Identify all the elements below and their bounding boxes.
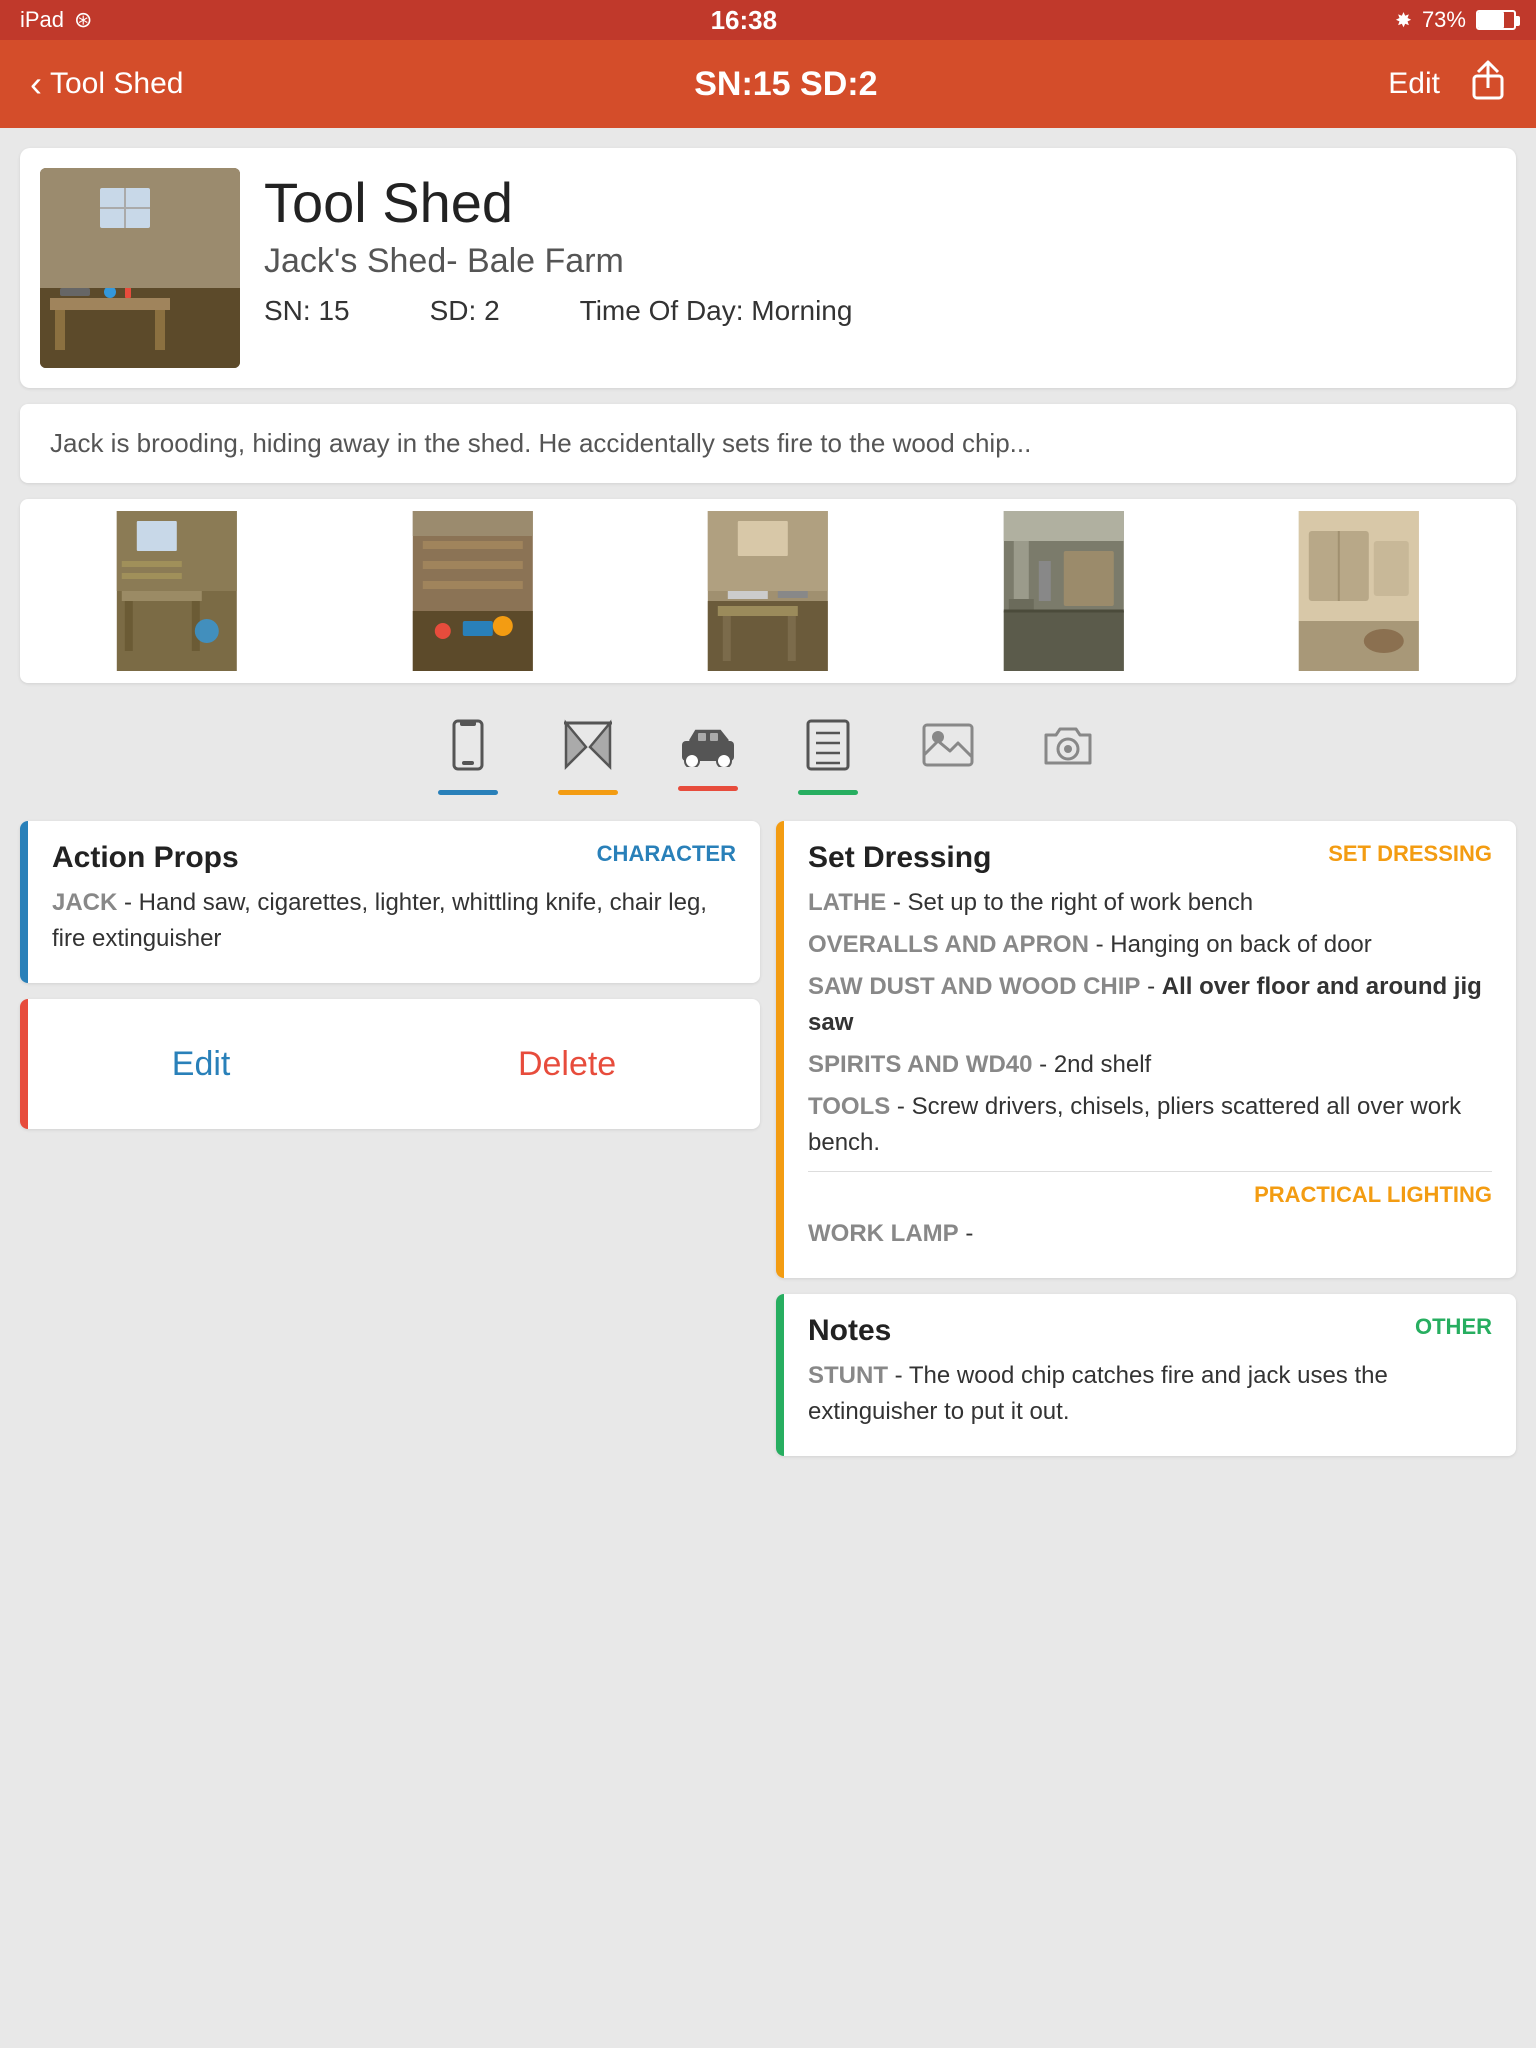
- tab-underline-camera: [1038, 786, 1098, 791]
- tab-phone[interactable]: [438, 719, 498, 795]
- nav-actions: Edit: [1388, 60, 1506, 109]
- set-dressing-inner: Set Dressing SET DRESSING LATHE - Set up…: [784, 821, 1516, 1278]
- action-props-title: Action Props: [52, 841, 239, 875]
- set-dressing-card: Set Dressing SET DRESSING LATHE - Set up…: [776, 821, 1516, 1278]
- back-label: Tool Shed: [50, 67, 183, 101]
- action-props-inner: Action Props CHARACTER JACK - Hand saw, …: [28, 821, 760, 983]
- photo-4[interactable]: [919, 511, 1209, 671]
- action-props-content: JACK - Hand saw, cigarettes, lighter, wh…: [52, 885, 736, 957]
- tab-underline-phone: [438, 790, 498, 795]
- time-of-day: Time Of Day: Morning: [580, 295, 853, 327]
- scene-day: SD: 2: [430, 295, 500, 327]
- action-props-card: Action Props CHARACTER JACK - Hand saw, …: [20, 821, 760, 983]
- right-column: Set Dressing SET DRESSING LATHE - Set up…: [776, 821, 1516, 1456]
- location-subtitle: Jack's Shed- Bale Farm: [264, 242, 1496, 281]
- set-dressing-type: SET DRESSING: [1328, 841, 1492, 867]
- list-item: STUNT - The wood chip catches fire and j…: [808, 1358, 1492, 1430]
- list-item: SPIRITS AND WD40 - 2nd shelf: [808, 1047, 1492, 1083]
- notes-title: Notes: [808, 1314, 891, 1348]
- list-item: WORK LAMP -: [808, 1216, 1492, 1252]
- description-text: Jack is brooding, hiding away in the she…: [50, 428, 1031, 458]
- location-title: Tool Shed: [264, 172, 1496, 234]
- action-props-type: CHARACTER: [597, 841, 736, 867]
- notes-header: Notes OTHER: [808, 1314, 1492, 1348]
- photo-1[interactable]: [32, 511, 322, 671]
- header-card: Tool Shed Jack's Shed- Bale Farm SN: 15 …: [20, 148, 1516, 388]
- phone-icon: [446, 719, 490, 782]
- bluetooth-icon: ✸: [1395, 8, 1412, 33]
- back-chevron-icon: ‹: [30, 63, 42, 105]
- location-thumbnail: [40, 168, 240, 368]
- photo-3[interactable]: [623, 511, 913, 671]
- battery-icon: [1476, 10, 1516, 30]
- tab-underline-curtain: [558, 790, 618, 795]
- status-bar: iPad ⊛ 16:38 ✸ 73%: [0, 0, 1536, 40]
- edit-delete-card: Edit Delete: [20, 999, 760, 1129]
- wifi-icon: ⊛: [74, 7, 92, 33]
- tab-underline-image: [918, 786, 978, 791]
- item-character-name: JACK: [52, 889, 117, 916]
- nav-bar: ‹ Tool Shed SN:15 SD:2 Edit: [0, 40, 1536, 128]
- status-left: iPad ⊛: [20, 7, 92, 33]
- card-divider: [808, 1171, 1492, 1172]
- edit-button[interactable]: Edit: [132, 1035, 271, 1094]
- carrier-label: iPad: [20, 7, 64, 33]
- car-icon: [678, 723, 738, 778]
- tab-car[interactable]: [678, 723, 738, 791]
- practical-lighting-label: PRACTICAL LIGHTING: [1254, 1182, 1492, 1208]
- tab-camera[interactable]: [1038, 723, 1098, 791]
- practical-lighting-content: WORK LAMP -: [808, 1216, 1492, 1252]
- list-item: OVERALLS AND APRON - Hanging on back of …: [808, 927, 1492, 963]
- status-time: 16:38: [711, 5, 778, 36]
- photo-2[interactable]: [328, 511, 618, 671]
- list-icon: [806, 719, 850, 782]
- back-button[interactable]: ‹ Tool Shed: [30, 63, 183, 105]
- status-right: ✸ 73%: [1395, 7, 1516, 33]
- tab-image[interactable]: [918, 723, 978, 791]
- tab-underline-car: [678, 786, 738, 791]
- curtain-icon: [562, 719, 614, 782]
- main-content: Tool Shed Jack's Shed- Bale Farm SN: 15 …: [0, 128, 1536, 1492]
- action-props-header: Action Props CHARACTER: [52, 841, 736, 875]
- list-item: JACK - Hand saw, cigarettes, lighter, wh…: [52, 885, 736, 957]
- header-info: Tool Shed Jack's Shed- Bale Farm SN: 15 …: [264, 168, 1496, 327]
- tab-curtain[interactable]: [558, 719, 618, 795]
- edit-button[interactable]: Edit: [1388, 67, 1440, 101]
- camera-icon: [1042, 723, 1094, 778]
- tab-list[interactable]: [798, 719, 858, 795]
- notes-inner: Notes OTHER STUNT - The wood chip catche…: [784, 1294, 1516, 1456]
- list-item: SAW DUST AND WOOD CHIP - All over floor …: [808, 969, 1492, 1041]
- notes-card: Notes OTHER STUNT - The wood chip catche…: [776, 1294, 1516, 1456]
- left-column: Action Props CHARACTER JACK - Hand saw, …: [20, 821, 760, 1456]
- description-card: Jack is brooding, hiding away in the she…: [20, 404, 1516, 483]
- image-icon: [922, 723, 974, 778]
- photo-strip: [20, 499, 1516, 683]
- nav-title: SN:15 SD:2: [694, 65, 877, 104]
- photo-5[interactable]: [1214, 511, 1504, 671]
- tab-underline-list: [798, 790, 858, 795]
- battery-label: 73%: [1422, 7, 1466, 33]
- share-button[interactable]: [1470, 60, 1506, 109]
- scene-number: SN: 15: [264, 295, 350, 327]
- list-item: LATHE - Set up to the right of work benc…: [808, 885, 1492, 921]
- notes-type: OTHER: [1415, 1314, 1492, 1340]
- two-col-section: Action Props CHARACTER JACK - Hand saw, …: [20, 821, 1516, 1456]
- set-dressing-header: Set Dressing SET DRESSING: [808, 841, 1492, 875]
- header-meta: SN: 15 SD: 2 Time Of Day: Morning: [264, 295, 1496, 327]
- set-dressing-content: LATHE - Set up to the right of work benc…: [808, 885, 1492, 1161]
- tab-bar: [20, 699, 1516, 805]
- set-dressing-title: Set Dressing: [808, 841, 991, 875]
- notes-content: STUNT - The wood chip catches fire and j…: [808, 1358, 1492, 1430]
- list-item: TOOLS - Screw drivers, chisels, pliers s…: [808, 1089, 1492, 1161]
- delete-button[interactable]: Delete: [478, 1035, 656, 1094]
